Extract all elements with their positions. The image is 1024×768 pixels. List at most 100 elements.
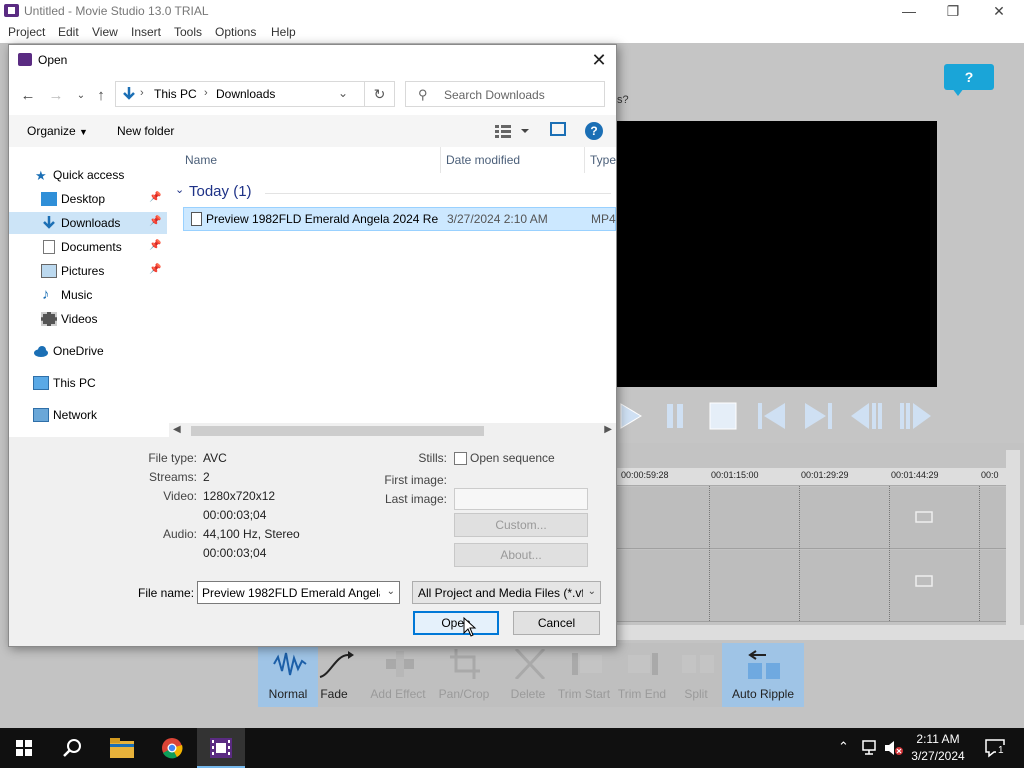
cancel-button[interactable]: Cancel [513,611,600,635]
file-name-value: Preview 1982FLD Emerald Angela 2 [202,586,380,600]
network-status-icon[interactable] [862,740,880,756]
search-input[interactable]: ⚲ Search Downloads [405,81,605,107]
menu-edit[interactable]: Edit [58,25,79,39]
audio-duration: 00:00:03;04 [203,546,267,560]
file-row[interactable]: Preview 1982FLD Emerald Angela 2024 Re..… [183,207,616,231]
column-header-type[interactable]: Type [590,153,616,167]
column-header-date[interactable]: Date modified [446,153,520,167]
scroll-left-icon[interactable]: ◀ [173,424,181,435]
back-arrow-icon[interactable]: ← [19,87,37,105]
forward-arrow-icon[interactable]: → [47,87,65,105]
ruler-label: 00:01:29:29 [801,470,849,480]
nav-item-videos[interactable]: Videos [9,308,167,330]
nav-item-quick-access[interactable]: ★ Quick access [9,164,167,186]
auto-ripple-tool-button[interactable]: Auto Ripple [722,643,804,707]
nav-item-pictures[interactable]: Pictures 📌 [9,260,167,282]
audio-track[interactable] [617,550,1007,622]
go-to-start-icon[interactable] [753,398,789,434]
nav-item-music[interactable]: ♪ Music [9,284,167,306]
nav-item-this-pc[interactable]: This PC [9,372,167,394]
column-headers: Name Date modified Type [169,147,616,173]
play-icon[interactable] [617,398,653,434]
menu-options[interactable]: Options [215,25,256,39]
breadcrumb-separator-icon: › [140,87,144,99]
nav-item-desktop[interactable]: Desktop 📌 [9,188,167,210]
desktop-icon [41,192,57,206]
trim-start-tool-button[interactable]: Trim Start [554,643,614,707]
show-hidden-icons-chevron-icon[interactable]: ⌃ [838,739,849,755]
address-bar[interactable]: › This PC › Downloads ⌄ [115,81,365,107]
tool-label: Split [684,687,708,701]
maximize-icon[interactable]: ❐ [938,2,968,20]
breadcrumb-downloads[interactable]: Downloads [216,87,275,101]
last-image-field[interactable] [454,488,588,510]
group-collapse-chevron-icon[interactable]: ⌄ [175,183,184,196]
column-divider[interactable] [440,147,441,173]
close-icon[interactable]: ✕ [984,2,1014,20]
dialog-close-icon[interactable]: ✕ [587,49,611,71]
menu-insert[interactable]: Insert [131,25,161,39]
fade-tool-button[interactable]: Fade [304,643,364,707]
refresh-icon[interactable]: ↻ [365,81,395,107]
pan-crop-tool-button[interactable]: Pan/Crop [434,643,494,707]
menu-tools[interactable]: Tools [174,25,202,39]
file-name-input[interactable]: Preview 1982FLD Emerald Angela 2 ⌄ [197,581,400,604]
star-icon: ★ [35,168,47,183]
taskbar-search-button[interactable] [48,728,96,768]
nav-item-documents[interactable]: Documents 📌 [9,236,167,258]
about-button[interactable]: About... [454,543,588,567]
clock-time[interactable]: 2:11 AM [912,732,964,746]
file-type-select[interactable]: All Project and Media Files (*.vf ⌄ [412,581,601,604]
taskbar-movie-studio[interactable] [197,728,245,768]
open-sequence-checkbox[interactable] [454,452,467,465]
add-effect-tool-button[interactable]: Add Effect [368,643,428,707]
up-arrow-icon[interactable]: ↑ [92,87,110,105]
menu-view[interactable]: View [92,25,118,39]
nav-item-onedrive[interactable]: OneDrive [9,340,167,362]
start-button[interactable] [0,728,48,768]
taskbar-file-explorer[interactable] [98,728,146,768]
split-tool-button[interactable]: Split [666,643,726,707]
preview-pane-icon[interactable] [550,122,566,136]
custom-button[interactable]: Custom... [454,513,588,537]
taskbar-chrome[interactable] [148,728,196,768]
scrollbar-thumb[interactable] [191,426,484,436]
menu-project[interactable]: Project [8,25,45,39]
trim-end-tool-button[interactable]: Trim End [612,643,672,707]
grid-line [979,486,980,621]
help-badge-button[interactable]: ? [944,64,994,96]
pause-icon[interactable] [657,398,693,434]
delete-icon [514,649,546,679]
video-resolution: 1280x720x12 [203,489,276,503]
video-track[interactable] [617,487,1007,549]
breadcrumb-this-pc[interactable]: This PC [154,87,197,101]
previous-frame-icon[interactable] [849,398,885,434]
new-folder-button[interactable]: New folder [117,124,174,138]
chevron-down-icon[interactable]: ⌄ [387,586,395,597]
volume-muted-icon[interactable] [884,740,904,756]
column-divider[interactable] [584,147,585,173]
address-dropdown-icon[interactable]: ⌄ [338,86,348,100]
organize-button[interactable]: Organize ▼ [27,124,88,138]
scroll-right-icon[interactable]: ▶ [604,424,612,435]
timeline-horizontal-scrollbar[interactable] [617,625,1024,640]
file-name-label: File name: [138,586,195,600]
menu-help[interactable]: Help [271,25,296,39]
minimize-icon[interactable]: — [894,2,924,20]
change-view-icon[interactable] [495,123,535,139]
next-frame-icon[interactable] [897,398,933,434]
group-header-today[interactable]: Today (1) [189,183,252,200]
recent-locations-chevron-icon[interactable]: ⌄ [72,87,90,105]
nav-item-downloads[interactable]: Downloads 📌 [9,212,167,234]
clock-date[interactable]: 3/27/2024 [906,749,970,763]
help-icon[interactable]: ? [585,122,603,140]
nav-item-network[interactable]: Network [9,404,167,426]
organize-label: Organize [27,124,76,138]
stop-icon[interactable] [705,398,741,434]
timeline-vertical-scrollbar[interactable] [1006,450,1020,640]
column-header-name[interactable]: Name [185,153,217,167]
go-to-end-icon[interactable] [801,398,837,434]
delete-tool-button[interactable]: Delete [498,643,558,707]
open-button[interactable]: Open [413,611,499,635]
chevron-down-icon[interactable]: ⌄ [588,586,596,597]
